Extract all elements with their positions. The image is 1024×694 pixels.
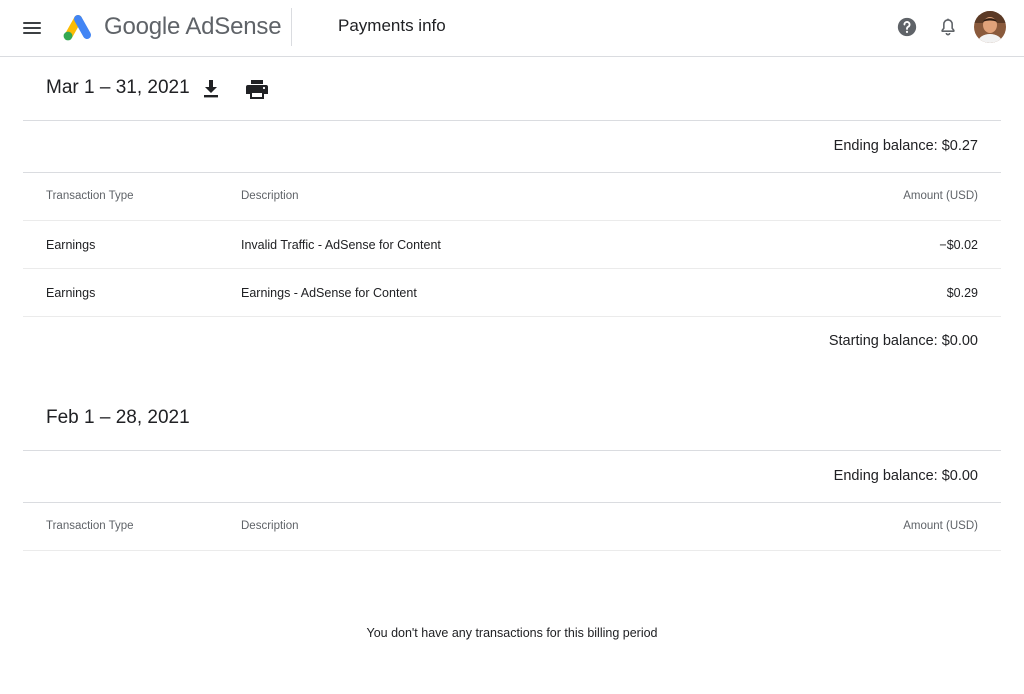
notifications-button[interactable] xyxy=(934,13,962,41)
brand[interactable]: Google AdSense xyxy=(60,10,282,44)
download-icon xyxy=(204,80,218,98)
table-row: Earnings Invalid Traffic - AdSense for C… xyxy=(23,221,1001,269)
table-header-row: Transaction Type Description Amount (USD… xyxy=(23,173,1001,221)
column-header-amount: Amount (USD) xyxy=(903,520,978,532)
column-header-description: Description xyxy=(241,190,299,202)
ending-balance: Ending balance: $0.00 xyxy=(833,468,978,484)
main-menu-button[interactable] xyxy=(14,10,50,46)
menu-icon xyxy=(23,22,41,34)
bell-icon xyxy=(941,18,955,36)
top-app-bar: Google AdSense Payments info xyxy=(0,0,1024,57)
account-avatar[interactable] xyxy=(974,11,1006,43)
print-icon xyxy=(246,80,268,99)
help-icon xyxy=(897,17,917,37)
empty-state-message: You don't have any transactions for this… xyxy=(366,626,658,640)
column-header-amount: Amount (USD) xyxy=(903,190,978,202)
column-header-type: Transaction Type xyxy=(46,190,134,202)
page-title: Payments info xyxy=(338,16,446,35)
transaction-amount: −$0.02 xyxy=(939,238,978,252)
transaction-amount: $0.29 xyxy=(946,286,978,300)
ending-balance: Ending balance: $0.27 xyxy=(833,138,978,154)
column-header-description: Description xyxy=(241,520,299,532)
period-title: Mar 1 – 31, 2021 xyxy=(46,77,190,98)
transaction-type: Earnings xyxy=(46,238,96,252)
ending-balance-row: Ending balance: $0.27 xyxy=(23,121,1001,173)
avatar-icon xyxy=(974,11,1006,43)
transaction-description: Earnings - AdSense for Content xyxy=(241,286,417,300)
column-header-type: Transaction Type xyxy=(46,520,134,532)
table-row: Earnings Earnings - AdSense for Content … xyxy=(23,269,1001,317)
table-header-row: Transaction Type Description Amount (USD… xyxy=(23,503,1001,551)
starting-balance-row: Starting balance: $0.00 xyxy=(23,316,1001,368)
ending-balance-row: Ending balance: $0.00 xyxy=(23,451,1001,503)
starting-balance: Starting balance: $0.00 xyxy=(828,333,978,349)
print-button[interactable] xyxy=(245,77,269,101)
help-button[interactable] xyxy=(893,13,921,41)
brand-name: Google AdSense xyxy=(104,13,282,40)
period-header-february: Feb 1 – 28, 2021 xyxy=(23,387,1001,451)
transaction-description: Invalid Traffic - AdSense for Content xyxy=(241,238,441,252)
download-button[interactable] xyxy=(199,77,223,101)
period-header-march: Mar 1 – 31, 2021 xyxy=(23,57,1001,121)
period-title: Feb 1 – 28, 2021 xyxy=(46,407,190,428)
header-divider xyxy=(291,8,292,46)
transaction-type: Earnings xyxy=(46,286,96,300)
adsense-logo-icon xyxy=(63,15,91,41)
